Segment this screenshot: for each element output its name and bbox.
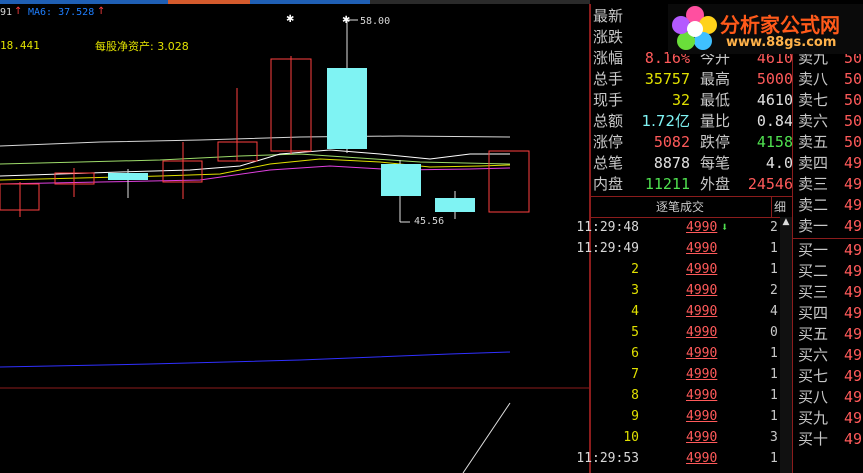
buy-row: 买五 49	[798, 325, 863, 343]
kline-svg	[0, 4, 590, 473]
ma-up-arrow-icon: ↑	[14, 6, 23, 17]
quote-label: 现手	[593, 91, 624, 109]
net-asset-label: 每股净资产: 3.028	[95, 40, 189, 53]
high-price-label: 58.00	[360, 16, 391, 27]
candles	[0, 20, 530, 222]
tick-row: 5 4990 0	[631, 325, 778, 340]
tick-detail-button[interactable]: 细	[771, 197, 788, 217]
quote-label: 最高	[700, 70, 731, 88]
quote-value: 1.72亿	[641, 112, 690, 130]
quote-value: 35757	[644, 70, 690, 88]
tick-row: 6 4990 1	[631, 346, 778, 361]
tick-row: 11:29:48 4990 ⬇ 2	[576, 217, 781, 238]
scroll-up-icon[interactable]: ▲	[781, 217, 791, 227]
tick-list[interactable]: 11:29:48 4990 ⬇ 2 11:29:49 4990 1 2 4990…	[576, 217, 781, 473]
ma6-label: MA6: 37.528	[28, 7, 95, 18]
high-star-icon: ✱	[342, 15, 351, 26]
quote-label: 总额	[593, 112, 624, 130]
quote-label: 总笔	[593, 154, 624, 172]
sell-row: 卖三 49	[798, 175, 863, 193]
sell-row: 卖二 49	[798, 196, 863, 214]
tick-row: 9 4990 1	[631, 409, 778, 424]
tick-row: 10 4990 3	[623, 430, 778, 445]
sell-row: 卖八 50	[798, 70, 863, 88]
sell-row: 卖四 49	[798, 154, 863, 172]
tick-list-title[interactable]: 逐笔成交	[591, 197, 769, 217]
quote-label: 最新	[593, 7, 624, 25]
quote-value: 32	[671, 91, 690, 109]
quote-value: 4158	[756, 133, 793, 151]
buy-row: 买八 49	[798, 388, 863, 406]
tick-row: 8 4990 1	[631, 388, 778, 403]
tick-row: 3 4990 2	[631, 283, 778, 298]
quote-label: 跌停	[700, 133, 731, 151]
quote-value: 4610	[756, 91, 793, 109]
buy-row: 买六 49	[798, 346, 863, 364]
low-price-label: 45.56	[414, 216, 445, 227]
down-arrow-icon: ⬇	[721, 220, 729, 234]
kline-chart[interactable]: 91 ↑ MA6: 37.528 ↑ 18.441 每股净资产: 3.028 ✱…	[0, 4, 590, 473]
quote-value: 8878	[653, 154, 690, 172]
quote-label: 总手	[593, 70, 624, 88]
buy-row: 买一 49	[798, 241, 863, 259]
tick-row: 4 4990 4	[631, 304, 778, 319]
quote-label: 外盘	[700, 175, 731, 193]
quote-label: 内盘	[593, 175, 624, 193]
quote-value: 4.0	[765, 154, 793, 172]
tick-row: 11:29:53 4990 1	[576, 451, 778, 466]
quote-label: 每笔	[700, 154, 731, 172]
logo-title: 分析家公式网	[720, 13, 840, 37]
quote-value: 5000	[756, 70, 793, 88]
quote-value: 5082	[653, 133, 690, 151]
flower-logo-icon	[672, 6, 717, 50]
buy-row: 买十 49	[798, 430, 863, 448]
quote-label: 涨跌	[593, 28, 624, 46]
sell-row: 卖五 50	[798, 133, 863, 151]
tick-row: 7 4990 1	[631, 367, 778, 382]
left-value: 18.441	[0, 39, 40, 52]
buy-row: 买三 49	[798, 283, 863, 301]
star-marker-icon: ✱	[286, 14, 295, 25]
tick-scrollbar[interactable]: ▲	[780, 217, 792, 473]
ma-label: 91	[0, 7, 13, 18]
quote-value: 0.84	[756, 112, 793, 130]
ma6-up-arrow-icon: ↑	[97, 6, 106, 17]
site-logo: 分析家公式网 www.88gs.com	[668, 4, 863, 54]
quote-label: 涨幅	[593, 49, 624, 67]
quote-value: 11211	[644, 175, 690, 193]
sell-row: 卖一 49	[798, 217, 863, 235]
buy-row: 买四 49	[798, 304, 863, 322]
tick-row: 2 4990 1	[631, 262, 778, 277]
sell-row: 卖七 50	[798, 91, 863, 109]
buy-row: 买九 49	[798, 409, 863, 427]
book-separator	[792, 238, 863, 239]
logo-url: www.88gs.com	[726, 35, 837, 50]
sell-row: 卖六 50	[798, 112, 863, 130]
tick-list-header: 逐笔成交 细	[590, 196, 793, 218]
quote-label: 最低	[700, 91, 731, 109]
buy-row: 买七 49	[798, 367, 863, 385]
quote-value: 24546	[747, 175, 793, 193]
quote-label: 量比	[700, 112, 731, 130]
buy-row: 买二 49	[798, 262, 863, 280]
tick-row: 11:29:49 4990 1	[576, 241, 778, 256]
quote-label: 涨停	[593, 133, 624, 151]
